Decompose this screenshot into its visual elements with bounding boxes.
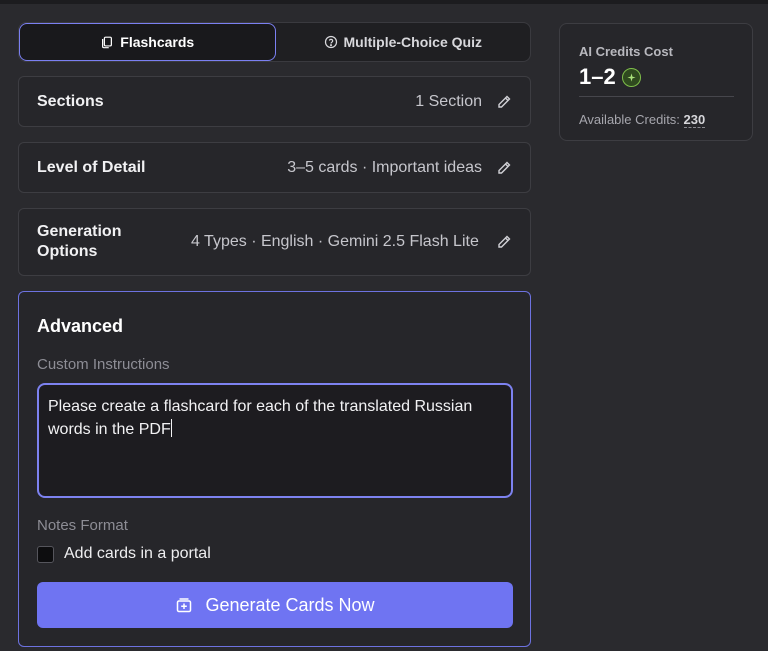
tab-quiz-label: Multiple-Choice Quiz	[343, 34, 482, 50]
generate-cards-button[interactable]: Generate Cards Now	[37, 582, 513, 628]
generation-options-row[interactable]: Generation Options 4 Types · English · G…	[18, 208, 531, 276]
credits-cost-value: 1–2	[579, 64, 616, 89]
generation-label: Generation Options	[37, 223, 122, 260]
sections-value: 1 Section	[415, 92, 482, 110]
portal-option: Add cards in a portal	[37, 545, 211, 563]
tab-flashcards[interactable]: Flashcards	[19, 23, 276, 61]
portal-checkbox-label[interactable]: Add cards in a portal	[64, 545, 211, 563]
custom-instructions-label: Custom Instructions	[37, 356, 170, 373]
custom-instructions-input[interactable]: Please create a flashcard for each of th…	[37, 383, 513, 498]
available-credits-value: 230	[683, 112, 706, 128]
sections-row[interactable]: Sections 1 Section	[18, 76, 531, 127]
pencil-icon[interactable]	[496, 234, 512, 250]
portal-checkbox[interactable]	[37, 545, 54, 563]
cards-icon	[102, 36, 113, 49]
pencil-icon[interactable]	[496, 94, 512, 110]
credits-divider	[579, 96, 734, 97]
available-credits: Available Credits: 230	[579, 112, 706, 128]
level-of-detail-row[interactable]: Level of Detail 3–5 cards · Important id…	[18, 142, 531, 193]
detail-value: 3–5 cards · Important ideas	[287, 158, 482, 176]
generate-cards-label: Generate Cards Now	[205, 594, 375, 615]
sections-label: Sections	[37, 92, 104, 110]
notes-format-label: Notes Format	[37, 517, 128, 534]
text-caret	[170, 419, 172, 437]
mode-tabs: Flashcards Multiple-Choice Quiz	[18, 22, 531, 62]
question-circle-icon	[324, 35, 337, 49]
sparkle-icon	[621, 67, 641, 87]
add-card-icon	[177, 598, 192, 613]
tab-multiple-choice-quiz[interactable]: Multiple-Choice Quiz	[276, 23, 531, 61]
detail-label: Level of Detail	[37, 158, 146, 176]
advanced-panel: Advanced Custom Instructions Please crea…	[18, 291, 531, 647]
credits-card: AI Credits Cost 1–2 Available Credits: 2…	[559, 23, 753, 141]
credits-cost: 1–2	[579, 64, 641, 90]
custom-instructions-text: Please create a flashcard for each of th…	[48, 398, 473, 438]
tab-flashcards-label: Flashcards	[120, 34, 195, 50]
pencil-icon[interactable]	[496, 160, 512, 176]
advanced-title: Advanced	[37, 316, 124, 336]
generation-value: 4 Types · English · Gemini 2.5 Flash Lit…	[191, 233, 479, 250]
top-divider	[0, 0, 768, 4]
available-credits-label: Available Credits:	[579, 112, 680, 127]
credits-title: AI Credits Cost	[579, 44, 673, 59]
